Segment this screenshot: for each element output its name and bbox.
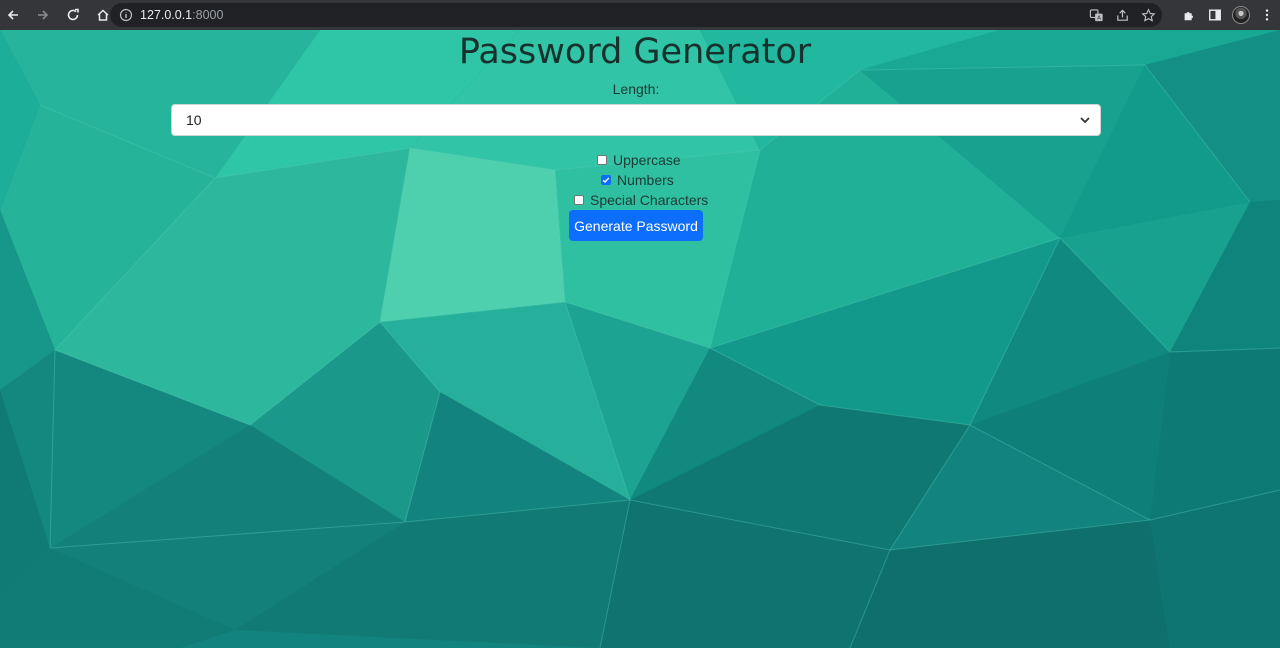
reload-icon[interactable]: [60, 2, 86, 28]
url-port: :8000: [192, 8, 224, 22]
browser-toolbar: 127.0.0.1:8000 A: [0, 0, 1280, 30]
url-text: 127.0.0.1:8000: [140, 8, 223, 22]
share-icon[interactable]: [1114, 7, 1130, 23]
bookmark-star-icon[interactable]: [1140, 7, 1156, 23]
chevron-down-icon: [1080, 117, 1090, 124]
length-label: Length:: [612, 81, 660, 97]
svg-text:A: A: [1097, 15, 1101, 21]
side-panel-icon[interactable]: [1202, 0, 1228, 30]
site-info-icon[interactable]: [119, 8, 133, 22]
address-bar[interactable]: 127.0.0.1:8000 A: [110, 3, 1162, 27]
special-characters-option[interactable]: Special Characters: [574, 191, 708, 209]
uppercase-label: Uppercase: [613, 152, 681, 168]
special-characters-checkbox[interactable]: [574, 195, 584, 205]
generate-password-button[interactable]: Generate Password: [569, 210, 703, 241]
extensions-icon[interactable]: [1176, 0, 1202, 30]
back-icon[interactable]: [0, 2, 26, 28]
avatar: [1232, 6, 1250, 24]
menu-icon[interactable]: [1254, 0, 1280, 30]
browser-actions: [1176, 0, 1280, 30]
page-title: Password Generator: [458, 32, 812, 72]
url-host: 127.0.0.1: [140, 8, 193, 22]
length-select-value: 10: [186, 112, 202, 128]
uppercase-option[interactable]: Uppercase: [597, 151, 681, 169]
address-bar-actions: A: [1088, 3, 1156, 27]
forward-icon[interactable]: [30, 2, 56, 28]
length-select[interactable]: 10: [171, 104, 1101, 136]
profile-avatar[interactable]: [1228, 0, 1254, 30]
numbers-checkbox[interactable]: [601, 175, 611, 185]
uppercase-checkbox[interactable]: [597, 155, 607, 165]
translate-icon[interactable]: A: [1088, 7, 1104, 23]
numbers-option[interactable]: Numbers: [601, 171, 674, 189]
main-content: Password Generator Length: 10 Uppercase …: [0, 30, 1280, 648]
numbers-label: Numbers: [617, 172, 674, 188]
special-characters-label: Special Characters: [590, 192, 709, 208]
